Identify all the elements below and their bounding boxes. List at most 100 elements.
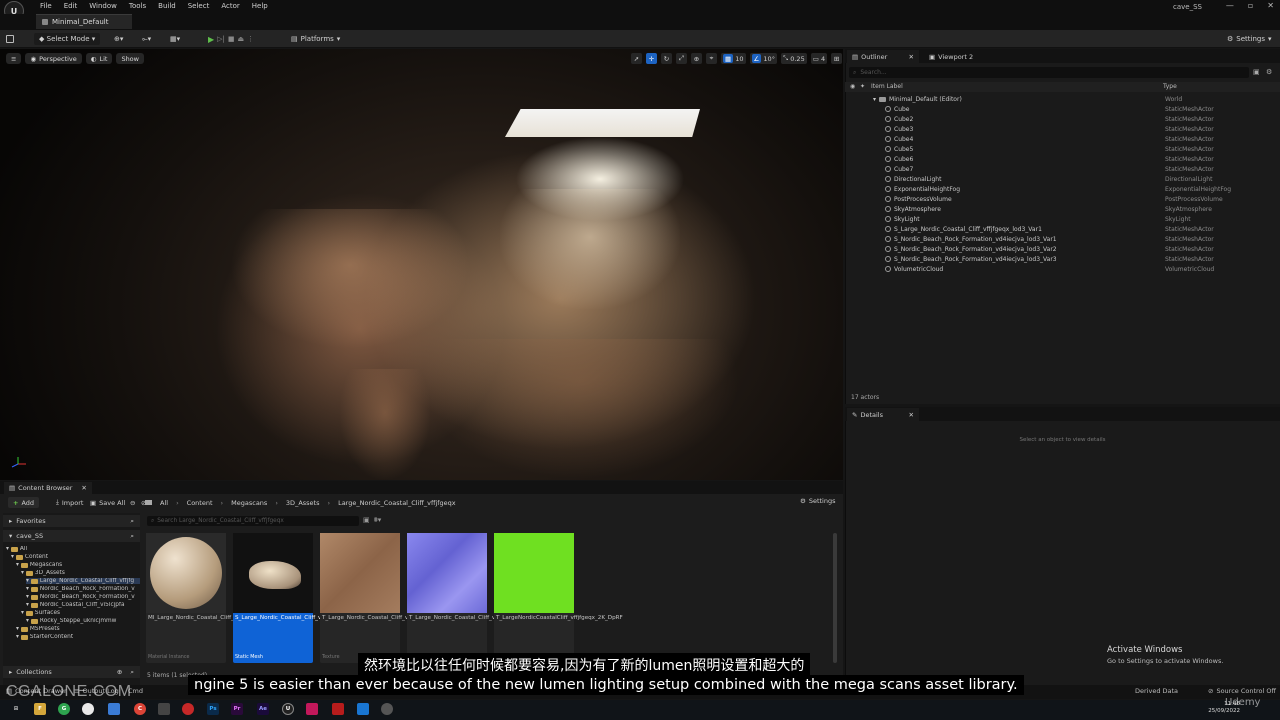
taskbar-app-icon[interactable] <box>381 703 393 715</box>
folder-tree-item[interactable]: ▾ All <box>6 546 140 552</box>
filter-icon[interactable]: ⩩▾ <box>374 516 381 525</box>
content-search-input[interactable]: ⌕ Search Large_Nordic_Coastal_Cliff_vffjf… <box>147 516 359 526</box>
rotate-tool-icon[interactable]: ↻ <box>661 53 672 64</box>
column-item-label[interactable]: Item Label <box>871 83 903 90</box>
scale-tool-icon[interactable]: ⤢ <box>676 53 687 64</box>
outliner-row[interactable]: Cube3 StaticMeshActor <box>845 124 1280 134</box>
outliner-row[interactable]: VolumetricCloud VolumetricCloud <box>845 264 1280 274</box>
select-tool-icon[interactable]: ➚ <box>631 53 642 64</box>
lit-button[interactable]: ◐ Lit <box>85 53 113 64</box>
tab-viewport-2[interactable]: ▣ Viewport 2 <box>924 50 978 63</box>
outliner-row[interactable]: S_Nordic_Beach_Rock_Formation_vd4iecjva_… <box>845 234 1280 244</box>
taskbar-app-icon[interactable] <box>82 703 94 715</box>
more-options-icon[interactable]: ⋮ <box>247 35 254 43</box>
save-search-icon[interactable]: ▣ <box>363 516 370 524</box>
blueprint-icon[interactable]: ⟜▾ <box>142 33 151 45</box>
outliner-row[interactable]: Cube2 StaticMeshActor <box>845 114 1280 124</box>
outliner-row[interactable]: PostProcessVolume PostProcessVolume <box>845 194 1280 204</box>
outliner-row[interactable]: Cube5 StaticMeshActor <box>845 144 1280 154</box>
search-icon[interactable]: ⌕ <box>130 532 134 541</box>
breadcrumb-item[interactable]: Megascans <box>231 499 267 507</box>
save-level-icon[interactable] <box>6 33 14 45</box>
content-browser-settings-button[interactable]: ⚙ Settings <box>800 497 836 505</box>
folder-tree-item[interactable]: ▾ Large_Nordic_Coastal_Cliff_vffjfg <box>26 578 140 584</box>
tab-content-browser[interactable]: ▤ Content Browser ✕ <box>4 482 92 494</box>
asset-tile[interactable]: T_Large_Nordic_Coastal_Cliff_vffjfgeqx_2… <box>407 533 533 663</box>
taskbar-app-icon[interactable] <box>182 703 194 715</box>
folder-tree-item[interactable]: ▾ MSPresets <box>16 626 140 632</box>
level-tab[interactable]: Minimal_Default <box>36 14 132 29</box>
column-type[interactable]: Type <box>1163 83 1177 90</box>
search-icon[interactable]: ⌕ <box>130 517 134 526</box>
perspective-button[interactable]: ◉ Perspective <box>25 53 82 64</box>
breadcrumb-item[interactable]: Large_Nordic_Coastal_Cliff_vffjfgeqx <box>338 499 456 507</box>
eject-icon[interactable]: ⏏ <box>238 35 245 43</box>
breadcrumb-item[interactable]: 3D_Assets <box>286 499 320 507</box>
import-button[interactable]: ⤓ Import <box>56 497 83 508</box>
grid-snap-button[interactable]: ▦ 10 <box>721 53 746 64</box>
maximize-icon[interactable]: ▫ <box>1248 1 1253 10</box>
taskbar-app-icon[interactable]: G <box>58 703 70 715</box>
add-button[interactable]: + Add <box>8 497 40 508</box>
folder-tree-item[interactable]: ▾ Nordic_Coastal_Cliff_vi5lcjpfa <box>26 602 140 608</box>
tab-outliner[interactable]: ▤ Outliner ✕ <box>847 50 919 63</box>
level-viewport[interactable] <box>0 49 843 480</box>
outliner-search-input[interactable]: ⌕ Search... <box>849 67 1249 78</box>
outliner-row[interactable]: S_Nordic_Beach_Rock_Formation_vd4iecjva_… <box>845 244 1280 254</box>
outliner-row[interactable]: Cube StaticMeshActor <box>845 104 1280 114</box>
menu-select[interactable]: Select <box>182 2 216 10</box>
asset-tile[interactable]: MI_Large_Nordic_Coastal_Cliff_vffjfgeqx_… <box>146 533 268 663</box>
outliner-row-world[interactable]: ▾ Minimal_Default (Editor) World <box>845 94 1280 104</box>
outliner-row[interactable]: ExponentialHeightFog ExponentialHeightFog <box>845 184 1280 194</box>
folder-tree-item[interactable]: ▾ Nordic_Beach_Rock_Formation_v <box>26 594 140 600</box>
menu-edit[interactable]: Edit <box>58 2 84 10</box>
source-control-button[interactable]: ⊘ Source Control Off <box>1208 687 1276 695</box>
close-icon[interactable]: ✕ <box>1267 1 1274 10</box>
camera-speed-button[interactable]: ▭ 4 <box>810 53 828 64</box>
settings-button[interactable]: ⚙ Settings ▾ <box>1227 33 1272 45</box>
folder-tree-item[interactable]: ▾ StarterContent <box>16 634 140 640</box>
premiere-icon[interactable]: Pr <box>231 703 243 715</box>
start-icon[interactable]: ⊞ <box>10 703 22 715</box>
menu-actor[interactable]: Actor <box>215 2 245 10</box>
folder-tree-item[interactable]: ▾ Megascans <box>16 562 140 568</box>
breadcrumb-item[interactable]: Content <box>187 499 213 507</box>
maximize-viewport-icon[interactable]: ⊞ <box>831 53 843 64</box>
rotation-snap-button[interactable]: ∠ 10° <box>749 53 777 64</box>
derived-data-button[interactable]: Derived Data <box>1135 687 1178 695</box>
minimize-icon[interactable]: — <box>1226 1 1234 10</box>
file-explorer-icon[interactable]: F <box>34 703 46 715</box>
world-space-icon[interactable]: ⊕ <box>691 53 702 64</box>
after-effects-icon[interactable]: Ae <box>257 703 269 715</box>
asset-tile[interactable]: S_Large_Nordic_Coastal_Cliff_vffjfgeqx_l… <box>233 533 373 663</box>
menu-file[interactable]: File <box>34 2 58 10</box>
show-button[interactable]: Show <box>116 53 144 64</box>
cinematics-icon[interactable]: ▦▾ <box>170 33 180 45</box>
select-mode-dropdown[interactable]: ◆ Select Mode ▾ <box>34 33 101 45</box>
folder-tree-item[interactable]: ▾ 3D_Assets <box>21 570 140 576</box>
photoshop-icon[interactable]: Ps <box>207 703 219 715</box>
step-icon[interactable]: ▷| <box>217 35 225 43</box>
menu-build[interactable]: Build <box>152 2 182 10</box>
add-collection-icon[interactable]: ⊕ <box>117 668 122 676</box>
taskbar-app-icon[interactable] <box>332 703 344 715</box>
menu-tools[interactable]: Tools <box>123 2 152 10</box>
gear-icon[interactable]: ⚙ <box>1266 68 1272 76</box>
stop-icon[interactable]: ■ <box>228 35 235 43</box>
close-icon[interactable]: ✕ <box>909 53 914 61</box>
outliner-row[interactable]: S_Large_Nordic_Coastal_Cliff_vffjfgeqx_l… <box>845 224 1280 234</box>
platforms-dropdown[interactable]: ▤ Platforms ▾ <box>291 33 340 45</box>
history-back-icon[interactable]: ⊖ <box>130 497 135 508</box>
outliner-row[interactable]: SkyLight SkyLight <box>845 214 1280 224</box>
folder-tree-item[interactable]: ▾ Content <box>11 554 140 560</box>
viewport-options-button[interactable]: ≡ <box>6 53 22 64</box>
asset-grid-scrollbar[interactable] <box>833 533 837 663</box>
asset-tile[interactable]: T_Large_Nordic_Coastal_Cliff_vffjfgeqx_2… <box>320 533 447 663</box>
save-all-button[interactable]: ▣ Save All <box>90 497 125 508</box>
translate-tool-icon[interactable]: ✛ <box>646 53 657 64</box>
menu-help[interactable]: Help <box>246 2 274 10</box>
outliner-row[interactable]: Cube6 StaticMeshActor <box>845 154 1280 164</box>
breadcrumb-item[interactable]: All <box>160 499 168 507</box>
add-filter-icon[interactable]: ▣ <box>1253 68 1260 76</box>
outliner-row[interactable]: S_Nordic_Beach_Rock_Formation_vd4iecjva_… <box>845 254 1280 264</box>
